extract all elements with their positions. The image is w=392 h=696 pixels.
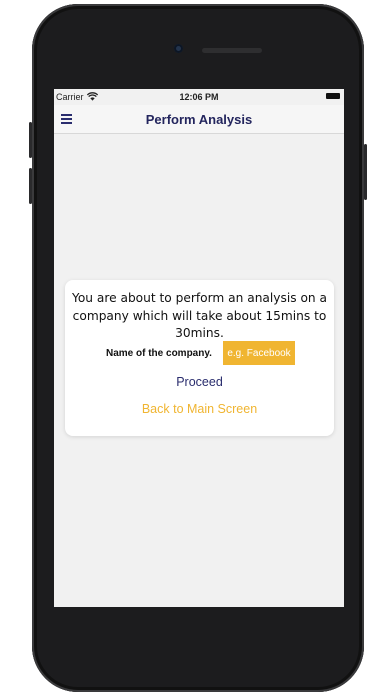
company-name-label: Name of the company. [106,348,212,359]
proceed-button[interactable]: Proceed [65,375,334,389]
clock: 12:06 PM [179,92,219,102]
company-name-input[interactable] [223,341,295,365]
back-to-main-screen-button[interactable]: Back to Main Screen [65,402,334,416]
navigation-bar: Perform Analysis [54,105,344,134]
dialog-message: You are about to perform an analysis on … [72,291,327,340]
app-screen: Carrier 12:06 PM Perform Analysis You ar… [54,89,344,607]
battery-icon [326,93,340,99]
volume-down-button [29,168,32,204]
front-camera [174,44,183,53]
power-button [364,144,367,200]
earpiece-speaker [202,48,262,53]
company-name-row: Name of the company. [65,341,334,366]
volume-up-button [29,122,32,158]
status-bar: Carrier 12:06 PM [54,89,344,105]
analysis-dialog: You are about to perform an analysis on … [65,280,334,436]
page-title: Perform Analysis [145,112,253,127]
